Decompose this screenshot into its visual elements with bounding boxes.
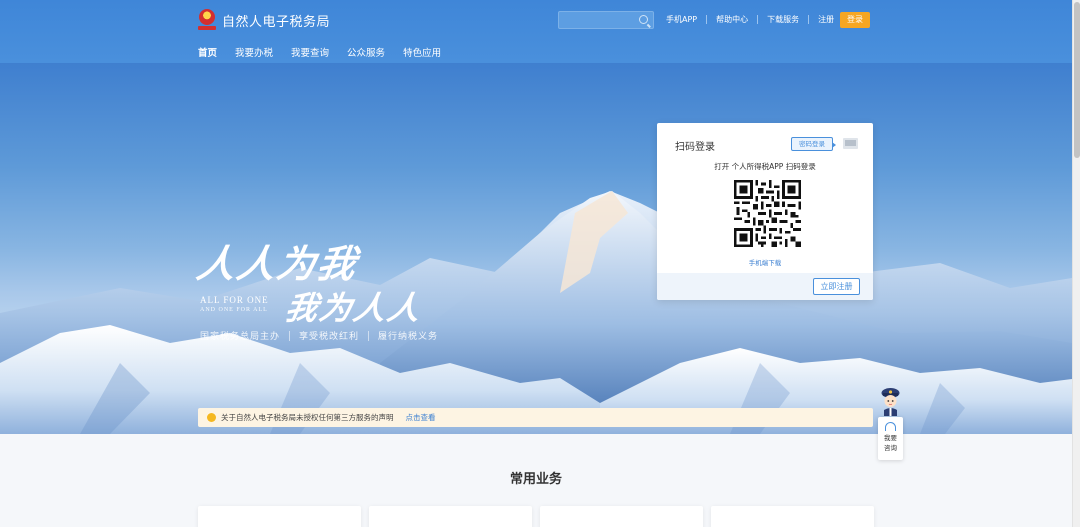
national-emblem-icon [198, 9, 216, 31]
mobile-app-link[interactable]: 手机APP [666, 14, 697, 25]
site-logo[interactable]: 自然人电子税务局 [198, 9, 330, 31]
password-login-tag[interactable]: 密码登录 [791, 137, 836, 151]
divider [706, 15, 708, 24]
help-center-link[interactable]: 帮助中心 [716, 14, 748, 25]
search-input[interactable] [558, 11, 654, 29]
qr-code-icon [734, 180, 801, 247]
slogan-calligraphy-1: 人人为我 [193, 241, 362, 286]
slogan-calligraphy-2: 我为人人 [282, 289, 426, 327]
card-title: 扫码登录 [675, 142, 715, 153]
section-title: 常用业务 [509, 472, 562, 487]
business-tile[interactable] [369, 506, 532, 527]
motto-item: 履行纳税义务 [378, 331, 439, 341]
divider [757, 15, 759, 24]
divider [808, 15, 810, 24]
login-button[interactable]: 登录 [840, 12, 870, 28]
slogan-english-2: AND ONE FOR ALL [200, 307, 268, 313]
main-nav: 首页 我要办税 我要查询 公众服务 特色应用 [198, 45, 441, 67]
notice-link[interactable]: 点击查看 [406, 412, 436, 423]
business-tile[interactable] [198, 506, 361, 527]
register-link[interactable]: 注册 [818, 14, 834, 25]
qr-login-card: 扫码登录 密码登录 打开 个人所得税APP 扫码登录 手机端下载 立即注册 [657, 123, 873, 300]
hero-banner: 人人为我 我为人人 ALL FOR ONE AND ONE FOR ALL 国家… [0, 63, 1072, 434]
site-title: 自然人电子税务局 [222, 14, 331, 30]
divider [289, 330, 291, 341]
hero-motto: 国家税务总局主办 享受税改红利 履行纳税义务 [200, 329, 438, 342]
notice-icon [207, 413, 216, 422]
business-tile[interactable] [540, 506, 703, 527]
nav-item-public-service[interactable]: 公众服务 [347, 45, 385, 65]
register-now-button[interactable]: 立即注册 [813, 278, 860, 295]
download-service-link[interactable]: 下载服务 [767, 14, 799, 25]
tax-officer-avatar-icon [881, 388, 900, 416]
scan-hint: 打开 个人所得税APP 扫码登录 [714, 162, 816, 171]
notice-bar: 关于自然人电子税务局未授权任何第三方服务的声明 点击查看 [198, 408, 873, 427]
nav-item-home[interactable]: 首页 [198, 45, 218, 67]
search-icon[interactable] [639, 15, 648, 24]
mobile-download-link[interactable]: 手机端下载 [657, 257, 873, 267]
motto-item: 享受税改红利 [299, 331, 360, 341]
consult-label-2: 咨询 [884, 444, 897, 452]
slogan-english-1: ALL FOR ONE [200, 295, 269, 305]
nav-item-special-apps[interactable]: 特色应用 [403, 45, 441, 65]
headset-icon [885, 422, 896, 431]
notice-text: 关于自然人电子税务局未授权任何第三方服务的声明 [221, 413, 394, 422]
consult-panel[interactable]: 我要 咨询 [878, 417, 903, 460]
header: 自然人电子税务局 手机APP 帮助中心 下载服务 注册 登录 首页 我要办税 我… [0, 0, 1072, 67]
nav-item-query[interactable]: 我要查询 [291, 45, 329, 65]
scrollbar-thumb[interactable] [1074, 2, 1080, 158]
nav-item-tax-handling[interactable]: 我要办税 [235, 45, 273, 65]
mountain-illustration [0, 191, 1072, 434]
pc-switch-icon[interactable] [837, 132, 858, 149]
card-footer: 立即注册 [657, 273, 873, 300]
divider [368, 330, 370, 341]
motto-item: 国家税务总局主办 [200, 331, 281, 341]
page-scrollbar[interactable] [1072, 0, 1080, 527]
consult-label-1: 我要 [884, 434, 897, 442]
top-links: 手机APP 帮助中心 下载服务 注册 [666, 14, 834, 25]
business-tile[interactable] [711, 506, 874, 527]
